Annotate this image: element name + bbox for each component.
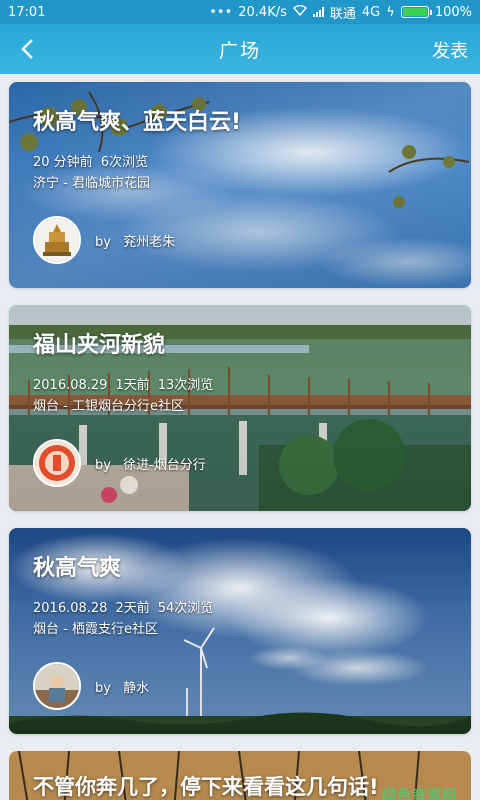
- page-title: 广场: [218, 39, 261, 62]
- battery-level: 100%: [434, 4, 472, 20]
- status-icons: ••• 20.4K/s 联通 4G ϟ 100%: [209, 3, 472, 22]
- author-name: 徐进-烟台分行: [123, 457, 206, 473]
- status-bar: 17:01 ••• 20.4K/s 联通 4G ϟ 100%: [0, 0, 480, 24]
- post-title: 不管你奔几了，停下来看看这几句话!: [33, 775, 379, 799]
- network-type: 4G: [361, 4, 381, 20]
- post-views: 6次浏览: [100, 155, 148, 170]
- post-time: 2天前: [115, 601, 150, 616]
- avatar[interactable]: [33, 439, 81, 487]
- post-time: 1天前: [115, 378, 150, 393]
- by-label: by: [95, 457, 111, 473]
- watermark: 绿色资源网: [382, 788, 457, 800]
- back-button[interactable]: [10, 32, 44, 66]
- post-views: 13次浏览: [157, 378, 214, 393]
- by-label: by: [95, 234, 111, 250]
- post-title: 秋高气爽: [33, 556, 122, 581]
- post-author[interactable]: by 兖州老朱: [33, 216, 175, 264]
- publish-button[interactable]: 发表: [432, 37, 468, 63]
- post-date: 2016.08.29: [33, 378, 108, 393]
- post-location: 济宁 - 君临城市花园: [33, 176, 150, 191]
- post-title: 秋高气爽、蓝天白云!: [33, 110, 242, 135]
- more-dots-icon: •••: [209, 4, 233, 20]
- post-title: 福山夹河新貌: [33, 333, 166, 358]
- post-views: 54次浏览: [157, 601, 214, 616]
- post-card[interactable]: 秋高气爽、蓝天白云! 20 分钟前 6次浏览 济宁 - 君临城市花园 by 兖州老…: [9, 82, 471, 288]
- charging-icon: ϟ: [386, 4, 395, 20]
- post-location: 烟台 - 工银烟台分行e社区: [33, 399, 184, 414]
- avatar[interactable]: [33, 216, 81, 264]
- post-author[interactable]: by 徐进-烟台分行: [33, 439, 206, 487]
- post-location: 烟台 - 栖霞支行e社区: [33, 622, 158, 637]
- post-card[interactable]: 不管你奔几了，停下来看看这几句话! 绿色资源网: [9, 751, 471, 800]
- post-feed[interactable]: 秋高气爽、蓝天白云! 20 分钟前 6次浏览 济宁 - 君临城市花园 by 兖州老…: [0, 74, 480, 800]
- post-author[interactable]: by 静水: [33, 662, 149, 710]
- battery-icon: [400, 6, 432, 18]
- by-label: by: [95, 680, 111, 696]
- author-name: 静水: [123, 680, 150, 696]
- post-time: 20 分钟前: [33, 155, 93, 170]
- author-name: 兖州老朱: [123, 234, 176, 250]
- app-bar: 广场 发表: [0, 24, 480, 74]
- status-time: 17:01: [8, 4, 46, 20]
- post-card[interactable]: 秋高气爽 2016.08.28 2天前 54次浏览 烟台 - 栖霞支行e社区 by …: [9, 528, 471, 734]
- wifi-icon: [292, 4, 307, 20]
- signal-icon: [312, 7, 324, 17]
- post-date: 2016.08.28: [33, 601, 108, 616]
- chevron-left-icon: [21, 39, 33, 59]
- carrier-name: 联通: [329, 6, 356, 22]
- network-speed: 20.4K/s: [238, 4, 287, 20]
- avatar[interactable]: [33, 662, 81, 710]
- post-card[interactable]: 福山夹河新貌 2016.08.29 1天前 13次浏览 烟台 - 工银烟台分行e社区…: [9, 305, 471, 511]
